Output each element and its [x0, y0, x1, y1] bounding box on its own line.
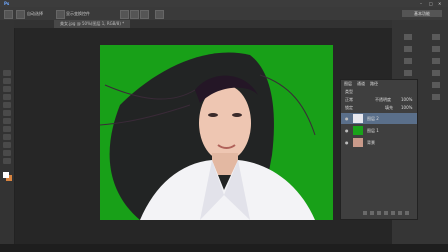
auto-select-label: 自动选择: [27, 11, 43, 16]
history-icon[interactable]: [404, 34, 412, 40]
portrait-image: [100, 45, 333, 220]
document-canvas[interactable]: [100, 45, 333, 220]
align-center-icon[interactable]: [130, 10, 139, 19]
fill-label: 填充: [385, 105, 393, 110]
layer-name: 图层 1: [367, 128, 379, 133]
crop-tool-icon[interactable]: [3, 102, 11, 108]
align-right-icon[interactable]: [140, 10, 149, 19]
new-group-icon[interactable]: [391, 211, 395, 215]
lasso-tool-icon[interactable]: [3, 86, 11, 92]
layer-row[interactable]: ● 图层 1: [341, 125, 417, 136]
layer-row[interactable]: ● 背景: [341, 137, 417, 148]
navigator-icon[interactable]: [432, 94, 440, 100]
document-tab-bar: 美女.jpg @ 50%(图层 1, RGB/8) *: [14, 20, 392, 28]
show-transform-checkbox[interactable]: [56, 10, 65, 19]
layer-kind-filter[interactable]: 类型: [345, 89, 353, 95]
blend-mode-select[interactable]: 正常: [345, 97, 353, 103]
maximize-button[interactable]: □: [429, 1, 433, 6]
link-layers-icon[interactable]: [363, 211, 367, 215]
auto-select-checkbox[interactable]: [16, 10, 25, 19]
adjustments-icon[interactable]: [404, 70, 412, 76]
gradient-tool-icon[interactable]: [3, 150, 11, 156]
workspace-select[interactable]: 基本功能: [402, 10, 442, 17]
foreground-color-swatch[interactable]: [3, 172, 9, 178]
stamp-tool-icon[interactable]: [3, 134, 11, 140]
eraser-tool-icon[interactable]: [3, 142, 11, 148]
distribute-icon[interactable]: [155, 10, 164, 19]
show-transform-label: 显示变换控件: [66, 11, 90, 16]
brush-preset-icon[interactable]: [404, 46, 412, 52]
visibility-eye-icon[interactable]: ●: [345, 128, 349, 133]
brush-tool-icon[interactable]: [3, 126, 11, 132]
opacity-label: 不透明度: [375, 97, 391, 102]
layer-thumbnail: [353, 138, 363, 147]
video-control-bar: [0, 244, 448, 252]
move-tool-icon[interactable]: [4, 10, 13, 19]
layer-name: 图层 2: [367, 116, 379, 121]
new-layer-icon[interactable]: [398, 211, 402, 215]
character-icon[interactable]: [432, 58, 440, 64]
tools-panel: [0, 20, 15, 252]
opacity-value[interactable]: 100%: [401, 97, 412, 102]
fill-value[interactable]: 100%: [401, 105, 412, 110]
move-tool-icon[interactable]: [3, 70, 11, 76]
color-icon[interactable]: [432, 34, 440, 40]
photoshop-logo: Ps: [4, 1, 10, 6]
menu-bar: Ps – □ ✕: [0, 0, 448, 7]
tab-channels[interactable]: 通道: [357, 81, 365, 87]
info-icon[interactable]: [432, 82, 440, 88]
align-left-icon[interactable]: [120, 10, 129, 19]
healing-tool-icon[interactable]: [3, 118, 11, 124]
swatches-icon[interactable]: [404, 58, 412, 64]
adjustment-layer-icon[interactable]: [384, 211, 388, 215]
add-mask-icon[interactable]: [377, 211, 381, 215]
quick-select-tool-icon[interactable]: [3, 94, 11, 100]
tab-paths[interactable]: 路径: [370, 81, 378, 87]
layer-name: 背景: [367, 140, 375, 145]
layers-panel: 图层 通道 路径 类型 正常 不透明度 100% 锁定 填充 100% ● 图层…: [340, 79, 418, 220]
properties-icon[interactable]: [432, 46, 440, 52]
layer-row[interactable]: ● 图层 2: [341, 113, 417, 124]
visibility-eye-icon[interactable]: ●: [345, 140, 349, 145]
layers-footer: [363, 211, 415, 216]
lock-label: 锁定: [345, 105, 353, 110]
layer-thumbnail: [353, 126, 363, 135]
pen-tool-icon[interactable]: [3, 158, 11, 164]
layer-style-icon[interactable]: [370, 211, 374, 215]
document-tab[interactable]: 美女.jpg @ 50%(图层 1, RGB/8) *: [54, 20, 131, 28]
tab-layers[interactable]: 图层: [344, 81, 352, 87]
paragraph-icon[interactable]: [432, 70, 440, 76]
layer-thumbnail: [353, 114, 363, 123]
close-button[interactable]: ✕: [438, 1, 441, 6]
minimize-button[interactable]: –: [420, 1, 422, 6]
options-bar: 自动选择 显示变换控件 基本功能: [0, 7, 448, 21]
marquee-tool-icon[interactable]: [3, 78, 11, 84]
eyedropper-tool-icon[interactable]: [3, 110, 11, 116]
delete-layer-icon[interactable]: [405, 211, 409, 215]
visibility-eye-icon[interactable]: ●: [345, 116, 349, 121]
